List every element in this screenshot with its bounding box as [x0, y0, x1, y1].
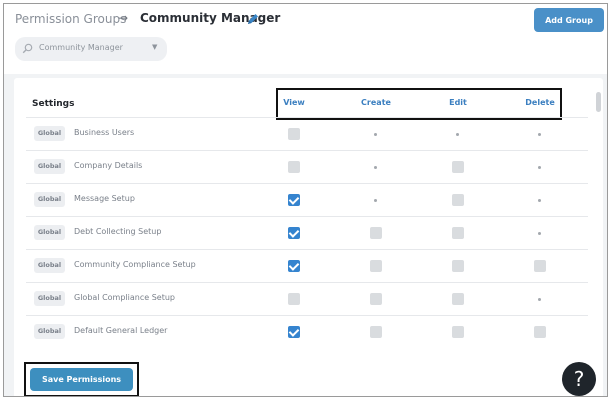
page-header: Permission Groups → Community Manager Ad…: [4, 4, 607, 74]
not-applicable-dot: [538, 232, 541, 235]
row-label: Debt Collecting Setup: [74, 227, 162, 236]
row-label: Default General Ledger: [74, 326, 168, 335]
cell-view: [284, 250, 304, 283]
scope-badge: Global: [34, 192, 65, 207]
scope-badge: Global: [34, 324, 65, 339]
cell-create: [366, 283, 386, 316]
scope-badge: Global: [34, 225, 65, 240]
edit-checkbox[interactable]: [452, 293, 464, 305]
cell-edit: [448, 316, 468, 349]
view-checkbox[interactable]: [288, 260, 300, 272]
group-select-value: Community Manager: [39, 43, 123, 52]
edit-checkbox[interactable]: [452, 161, 464, 173]
cell-delete: [530, 151, 550, 184]
row-label: Business Users: [74, 128, 135, 137]
delete-checkbox[interactable]: [534, 326, 546, 338]
cell-view: [284, 118, 304, 151]
scope-badge: Global: [34, 258, 65, 273]
app-window: Permission Groups → Community Manager Ad…: [3, 3, 608, 397]
create-checkbox[interactable]: [370, 326, 382, 338]
not-applicable-dot: [538, 199, 541, 202]
cell-create: [366, 217, 386, 250]
columns-highlight-box: [276, 88, 562, 120]
cell-view: [284, 316, 304, 349]
scope-badge: Global: [34, 291, 65, 306]
table-row: Global Company Details: [26, 150, 588, 183]
cell-edit: [448, 184, 468, 217]
delete-checkbox[interactable]: [534, 260, 546, 272]
cell-delete: [530, 250, 550, 283]
cell-create: [366, 184, 386, 217]
pencil-edit-icon[interactable]: [246, 12, 260, 26]
cell-view: [284, 184, 304, 217]
edit-checkbox[interactable]: [452, 260, 464, 272]
chevron-down-icon: ▼: [152, 43, 158, 51]
cell-delete: [530, 283, 550, 316]
not-applicable-dot: [538, 298, 541, 301]
help-button[interactable]: ?: [562, 362, 596, 396]
cell-delete: [530, 316, 550, 349]
table-row: Global Business Users: [26, 117, 588, 150]
cell-edit: [448, 118, 468, 151]
create-checkbox[interactable]: [370, 293, 382, 305]
permissions-table: Settings View Create Edit Delete Global B…: [14, 78, 603, 396]
create-checkbox[interactable]: [370, 260, 382, 272]
table-row: Global Default General Ledger: [26, 315, 588, 348]
not-applicable-dot: [538, 166, 541, 169]
view-checkbox[interactable]: [288, 161, 300, 173]
table-row: Global Community Compliance Setup: [26, 249, 588, 282]
cell-create: [366, 151, 386, 184]
cell-create: [366, 316, 386, 349]
edit-checkbox[interactable]: [452, 227, 464, 239]
row-label: Global Compliance Setup: [74, 293, 175, 302]
search-icon: [22, 43, 33, 54]
save-permissions-button[interactable]: Save Permissions: [30, 368, 133, 391]
cell-view: [284, 217, 304, 250]
group-select[interactable]: Community Manager ▼: [15, 37, 167, 61]
cell-delete: [530, 184, 550, 217]
edit-checkbox[interactable]: [452, 326, 464, 338]
cell-view: [284, 151, 304, 184]
not-applicable-dot: [374, 199, 377, 202]
table-title: Settings: [32, 99, 75, 109]
row-label: Community Compliance Setup: [74, 260, 196, 269]
row-label: Message Setup: [74, 194, 135, 203]
cell-create: [366, 118, 386, 151]
breadcrumb-arrow-icon: →: [118, 11, 129, 25]
table-row: Global Global Compliance Setup: [26, 282, 588, 315]
scope-badge: Global: [34, 126, 65, 141]
scope-badge: Global: [34, 159, 65, 174]
view-checkbox[interactable]: [288, 326, 300, 338]
view-checkbox[interactable]: [288, 128, 300, 140]
not-applicable-dot: [374, 133, 377, 136]
table-row: Global Debt Collecting Setup: [26, 216, 588, 249]
not-applicable-dot: [538, 133, 541, 136]
not-applicable-dot: [456, 133, 459, 136]
view-checkbox[interactable]: [288, 194, 300, 206]
not-applicable-dot: [374, 166, 377, 169]
cell-create: [366, 250, 386, 283]
cell-delete: [530, 217, 550, 250]
cell-view: [284, 283, 304, 316]
cell-delete: [530, 118, 550, 151]
save-highlight-box: Save Permissions: [24, 362, 139, 396]
view-checkbox[interactable]: [288, 227, 300, 239]
cell-edit: [448, 217, 468, 250]
row-label: Company Details: [74, 161, 143, 170]
edit-checkbox[interactable]: [452, 194, 464, 206]
create-checkbox[interactable]: [370, 227, 382, 239]
view-checkbox[interactable]: [288, 293, 300, 305]
scrollbar[interactable]: [596, 92, 601, 112]
breadcrumb-root[interactable]: Permission Groups: [15, 12, 126, 26]
table-row: Global Message Setup: [26, 183, 588, 216]
cell-edit: [448, 151, 468, 184]
cell-edit: [448, 283, 468, 316]
add-group-button[interactable]: Add Group: [534, 8, 604, 32]
cell-edit: [448, 250, 468, 283]
